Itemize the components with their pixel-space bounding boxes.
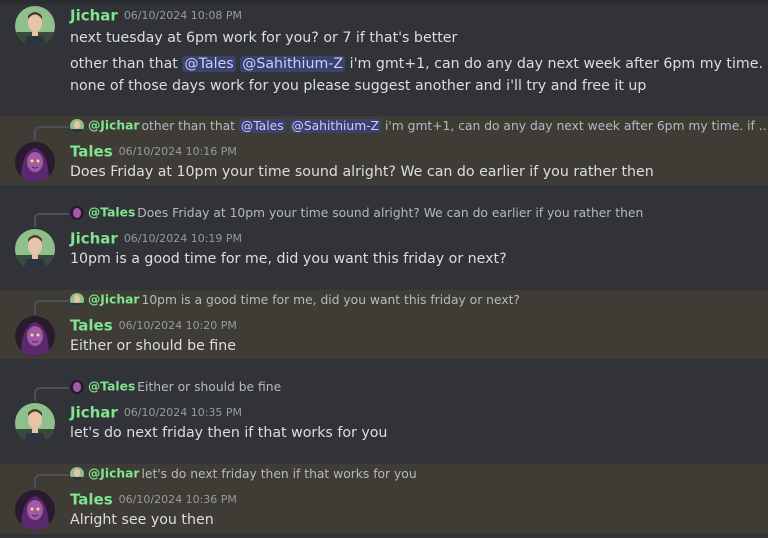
reply-preview[interactable]: @Jichar 10pm is a good time for me, did y… xyxy=(70,292,520,312)
user-mention[interactable]: @Sahithium-Z xyxy=(240,56,346,72)
text-segment: i'm gmt+1, can do any day next week afte… xyxy=(345,56,768,72)
reply-preview[interactable]: @Tales Either or should be fine xyxy=(70,379,281,399)
message-2: @Tales Does Friday at 10pm your time soun… xyxy=(0,203,768,275)
message-text: Either or should be fine xyxy=(70,338,236,354)
user-mention[interactable]: @Sahithium-Z xyxy=(289,118,382,133)
message-header: Jichar 06/10/2024 10:19 PM xyxy=(70,228,242,248)
message-text: 10pm is a good time for me, did you want… xyxy=(70,251,507,267)
reply-text: Either or should be fine xyxy=(137,380,281,394)
reply-author[interactable]: @Tales xyxy=(88,206,135,220)
message-header: Tales 06/10/2024 10:16 PM xyxy=(70,141,237,161)
timestamp: 06/10/2024 10:20 PM xyxy=(118,319,237,332)
reply-spine xyxy=(34,387,69,401)
timestamp: 06/10/2024 10:19 PM xyxy=(123,232,243,245)
message-1: @Jichar other than that @Tales @Sahithium… xyxy=(0,116,768,185)
author-name[interactable]: Jichar xyxy=(70,7,118,25)
message-line: other than that @Tales @Sahithium-Z i'm … xyxy=(70,53,768,75)
jichar-mini-avatar-icon xyxy=(70,466,84,481)
text-segment: 10pm is a good time for me, did you want… xyxy=(141,292,520,307)
tales-avatar-icon[interactable] xyxy=(15,142,55,182)
reply-author[interactable]: @Jichar xyxy=(88,293,140,307)
reply-spine xyxy=(34,474,69,488)
reply-text: let's do next friday then if that works … xyxy=(142,467,417,481)
reply-preview[interactable]: @Jichar let's do next friday then if that… xyxy=(70,466,417,486)
message-text: Alright see you then xyxy=(70,512,214,528)
message-4: @Tales Either or should be fine Jichar 06/… xyxy=(0,377,768,449)
user-mention[interactable]: @Tales xyxy=(238,118,286,133)
reply-text: other than that @Tales @Sahithium-Z i'm … xyxy=(141,118,768,133)
tales-mini-avatar-icon xyxy=(70,379,84,394)
message-5: @Jichar let's do next friday then if that… xyxy=(0,464,768,534)
timestamp: 06/10/2024 10:16 PM xyxy=(118,145,237,158)
text-segment: other than that xyxy=(141,118,239,133)
text-segment: Does Friday at 10pm your time sound alri… xyxy=(137,205,644,220)
message-header: Jichar 06/10/2024 10:35 PM xyxy=(70,402,242,422)
reply-author[interactable]: @Tales xyxy=(88,380,135,394)
tales-avatar-icon[interactable] xyxy=(15,316,55,356)
text-segment: next tuesday at 6pm work for you? or 7 i… xyxy=(70,30,458,46)
reply-spine xyxy=(34,126,69,140)
timestamp: 06/10/2024 10:35 PM xyxy=(123,406,243,419)
message-text: Does Friday at 10pm your time sound alri… xyxy=(70,164,654,180)
author-name[interactable]: Tales xyxy=(70,143,113,161)
reply-preview[interactable]: @Jichar other than that @Tales @Sahithium… xyxy=(70,118,768,138)
message-header: Jichar 06/10/2024 10:08 PM xyxy=(70,5,242,25)
tales-avatar-icon[interactable] xyxy=(15,490,55,530)
reply-spine xyxy=(34,213,69,227)
jichar-avatar-icon[interactable] xyxy=(15,403,55,443)
author-name[interactable]: Tales xyxy=(70,491,113,509)
message-header: Tales 06/10/2024 10:36 PM xyxy=(70,489,237,509)
message-line: none of those days work for you please s… xyxy=(70,75,646,97)
user-mention[interactable]: @Tales xyxy=(182,56,236,72)
jichar-mini-avatar-icon xyxy=(70,118,84,133)
timestamp: 06/10/2024 10:36 PM xyxy=(118,493,237,506)
message-line: next tuesday at 6pm work for you? or 7 i… xyxy=(70,27,457,49)
jichar-avatar-icon[interactable] xyxy=(15,6,55,46)
message-3: @Jichar 10pm is a good time for me, did y… xyxy=(0,290,768,359)
author-name[interactable]: Tales xyxy=(70,317,113,335)
tales-mini-avatar-icon xyxy=(70,205,84,220)
author-name[interactable]: Jichar xyxy=(70,230,118,248)
author-name[interactable]: Jichar xyxy=(70,404,118,422)
message-header: Tales 06/10/2024 10:20 PM xyxy=(70,315,237,335)
reply-text: Does Friday at 10pm your time sound alri… xyxy=(137,206,643,220)
reply-author[interactable]: @Jichar xyxy=(88,119,140,133)
text-segment xyxy=(286,119,290,133)
jichar-avatar-icon[interactable] xyxy=(15,229,55,269)
text-segment: Either or should be fine xyxy=(137,379,282,394)
text-segment: none of those days work for you please s… xyxy=(70,78,647,94)
message-0: Jichar 06/10/2024 10:08 PM next tuesday a… xyxy=(0,0,768,108)
reply-author[interactable]: @Jichar xyxy=(88,467,140,481)
jichar-mini-avatar-icon xyxy=(70,292,84,307)
reply-preview[interactable]: @Tales Does Friday at 10pm your time soun… xyxy=(70,205,643,225)
text-segment: i'm gmt+1, can do any day next week afte… xyxy=(381,118,768,133)
message-text: let's do next friday then if that works … xyxy=(70,425,388,441)
timestamp: 06/10/2024 10:08 PM xyxy=(123,9,243,22)
reply-spine xyxy=(34,300,69,314)
text-segment: other than that xyxy=(70,56,183,72)
text-segment: let's do next friday then if that works … xyxy=(141,466,417,481)
reply-text: 10pm is a good time for me, did you want… xyxy=(142,293,520,307)
